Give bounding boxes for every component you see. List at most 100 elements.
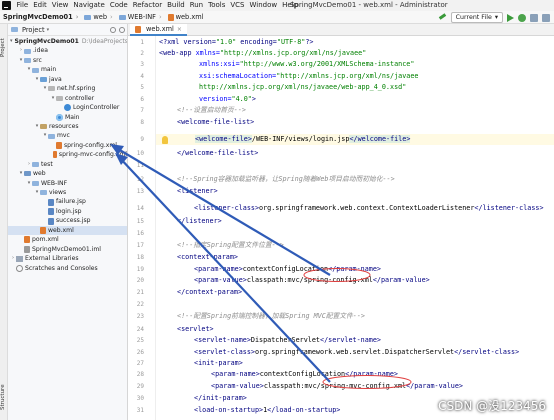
tree-item-controller[interactable]: ▾ controller [8,94,127,103]
tree-item-web[interactable]: ▾ web [8,169,127,178]
line-number: 31 [136,407,144,414]
project-panel: Project ▾ ▾ SpringMvcDemo01 D:\IdeaProject… [8,24,128,420]
menu-file[interactable]: File [14,0,31,11]
intellij-logo-icon [2,1,11,10]
menu-build[interactable]: Build [165,0,188,11]
tree-item-spring-mvc-config[interactable]: spring-mvc-config.xml [8,150,127,159]
xml-file-icon [56,142,62,150]
menu-bar: File Edit View Navigate Code Refactor Bu… [0,0,554,11]
tree-item-resources[interactable]: ▾ resources [8,122,127,131]
menu-view[interactable]: View [49,0,71,11]
jsp-file-icon [48,217,54,225]
menu-run[interactable]: Run [187,0,205,11]
tree-item-package[interactable]: ▾ net.hf.spring [8,84,127,93]
line-number: 19 [136,266,144,273]
tree-item-src[interactable]: ▾ src [8,56,127,65]
scratches-icon [16,264,23,272]
tree-item-external-libraries[interactable]: › External Libraries [8,254,127,263]
folder-icon [32,161,39,167]
java-main-class-icon [56,113,63,121]
line-number: 1 [140,39,144,46]
tree-item-test[interactable]: › test [8,160,127,169]
line-number: 6 [140,96,144,103]
menu-vcs[interactable]: VCS [228,0,247,11]
package-icon [56,95,63,101]
code-line: </context-param> [177,288,243,296]
tree-item-views[interactable]: ▾ views [8,188,127,197]
line-number: 22 [136,301,144,308]
line-number: 20 [136,277,144,284]
breadcrumb-web-inf[interactable]: WEB-INF › [116,11,165,24]
code-editor[interactable]: <?xml version="1.0" encoding="UTF-8"?> <… [156,36,554,420]
tree-item-idea[interactable]: › .idea [8,46,127,55]
tree-item-java[interactable]: ▾ java [8,75,127,84]
folder-icon [32,180,39,186]
project-tree: ▾SpringMvcDemo01D:\IdeaProjects\Sp ›.ide… [8,36,127,273]
breadcrumb-project[interactable]: SpringMvcDemo01 › [0,11,81,24]
java-class-icon [64,104,71,112]
tree-item-iml[interactable]: SpringMvcDemo01.iml [8,245,127,254]
libraries-icon [16,255,23,262]
tree-item-spring-config[interactable]: spring-config.xml [8,141,127,150]
tree-item-scratches[interactable]: Scratches and Consoles [8,264,127,273]
project-panel-title[interactable]: Project [22,26,45,34]
locate-icon[interactable] [110,26,116,33]
code-line-current: <welcome-file>/WEB-INF/views/login.jsp</… [156,134,554,145]
folder-icon [32,67,39,73]
menu-refactor[interactable]: Refactor [130,0,164,11]
code-line: <servlet-class>org.springframework.web.s… [194,348,520,356]
breadcrumb-web-xml[interactable]: web.xml [165,11,207,24]
tree-item-web-xml[interactable]: web.xml [8,225,127,236]
menu-window[interactable]: Window [247,0,280,11]
build-hammer-icon[interactable] [438,13,447,22]
structure-tool-tab[interactable]: Structure [0,376,8,418]
jsp-file-icon [48,198,54,206]
debug-icon[interactable] [518,13,526,22]
coverage-icon[interactable] [530,13,538,22]
intention-bulb-icon[interactable] [162,136,168,144]
tree-item-web-inf[interactable]: ▾ WEB-INF [8,179,127,188]
line-number: 8 [140,119,144,126]
chevron-down-icon[interactable]: ▾ [47,27,50,33]
tree-item-logincontroller[interactable]: LoginController [8,103,127,112]
line-number: 13 [136,188,144,195]
folder-icon [24,48,31,54]
folder-icon [118,14,126,20]
folder-icon [48,133,55,139]
folder-icon [40,190,47,196]
tree-item-pom-xml[interactable]: pom.xml [8,235,127,244]
menu-edit[interactable]: Edit [31,0,50,11]
run-configuration-select[interactable]: Current File ▾ [450,12,503,23]
breadcrumb-web[interactable]: web › [81,11,115,24]
project-tool-tab[interactable]: Project [0,27,8,69]
navigation-bar: SpringMvcDemo01 › web › WEB-INF › web.xml C… [0,11,554,24]
menu-tools[interactable]: Tools [206,0,228,11]
web-folder-icon [24,171,31,177]
menu-code[interactable]: Code [107,0,130,11]
module-file-icon [24,245,30,253]
gear-icon[interactable] [119,26,125,33]
code-line: <param-name>contextConfigLocation</param… [194,265,381,273]
close-icon[interactable]: × [177,26,182,33]
tree-item-success-jsp[interactable]: success.jsp [8,216,127,225]
tree-item-mvc[interactable]: ▾ mvc [8,131,127,140]
tree-item-project-root[interactable]: ▾SpringMvcDemo01D:\IdeaProjects\Sp [8,37,127,46]
stop-icon[interactable] [542,13,550,22]
code-line: <init-param> [194,359,243,367]
line-number: 17 [136,242,144,249]
menu-navigate[interactable]: Navigate [71,0,107,11]
tree-item-main[interactable]: ▾ main [8,65,127,74]
line-number: 18 [136,254,144,261]
run-icon[interactable] [507,13,514,22]
line-number: 15 [136,218,144,225]
tree-item-main-class[interactable]: Main [8,113,127,122]
line-number: 26 [136,349,144,356]
code-line: <welcome-file-list> [177,118,255,126]
code-line: <param-value>classpath:mvc/spring-mvc-co… [211,382,463,390]
tree-item-login-jsp[interactable]: login.jsp [8,207,127,216]
xml-file-icon [167,13,174,21]
tab-web-xml[interactable]: web.xml × [130,24,187,36]
tree-item-failure-jsp[interactable]: failure.jsp [8,197,127,206]
code-comment: <!--Spring容器加载监听器，让Spring随着Web项目启动而初始化--… [177,175,395,183]
code-line: xsi:schemaLocation="http://xmlns.jcp.org… [199,72,419,80]
